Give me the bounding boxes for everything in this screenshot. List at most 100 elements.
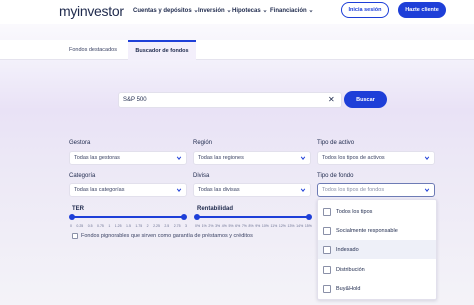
brand-logo[interactable]: myinvestor <box>59 3 124 19</box>
tab-fondos-destacados[interactable]: Fondos destacados <box>60 40 126 60</box>
chevron-down-icon <box>227 10 231 13</box>
nav-cuentas[interactable]: Cuentas y depósitos <box>133 8 198 14</box>
option-todos-los-tipos[interactable]: Todos los tipos <box>318 202 436 221</box>
tick-label: 2.5 <box>164 224 170 228</box>
tick-label: 2.75 <box>173 224 181 228</box>
gestora-select[interactable]: Todas las gestoras <box>69 151 187 165</box>
tick-label: 0 <box>70 224 72 228</box>
rentabilidad-min-handle[interactable] <box>194 214 200 220</box>
tick-label: 14% <box>296 224 304 228</box>
chevron-down-icon <box>309 10 313 13</box>
tick-label: 8% <box>248 224 254 228</box>
chevron-down-icon <box>263 10 267 13</box>
tick-label: 3 <box>184 224 187 228</box>
ter-min-handle[interactable] <box>69 214 75 220</box>
gestora-label: Gestora <box>69 140 91 146</box>
tick-label: 3% <box>215 224 221 228</box>
nav-label: Inversión <box>198 8 225 14</box>
tick-label: 1 <box>108 224 111 228</box>
nav-label: Financiación <box>270 8 307 14</box>
tick-label: 1.5 <box>126 224 131 228</box>
tick-label: 1% <box>201 224 207 228</box>
option-label: Socialmente responsable <box>336 227 398 234</box>
tick-label: 0.75 <box>97 224 104 228</box>
tick-label: 4% <box>221 224 227 228</box>
divisa-label: Divisa <box>193 173 210 179</box>
search-button[interactable]: Buscar <box>344 91 387 108</box>
rentabilidad-max-handle[interactable] <box>306 214 312 220</box>
rentabilidad-ticks: 0% 1% 2% 3% 4% 5% 6% 7% 8% 9% 10% 11% 12% 13% 14% 15% <box>195 224 312 228</box>
option-label: Buy&Hold <box>336 285 361 292</box>
categoria-label: Categoría <box>69 173 96 179</box>
tick-label: 11% <box>270 224 278 228</box>
tipo-fondo-label: Tipo de fondo <box>317 173 354 179</box>
chevron-down-icon <box>176 188 182 192</box>
tab-buscador-fondos[interactable]: Buscador de fondos <box>128 40 196 60</box>
rentabilidad-label: Rentabilidad <box>197 206 234 212</box>
tick-label: 1.25 <box>114 224 122 228</box>
region-label: Región <box>193 140 213 146</box>
tick-label: 0.5 <box>87 224 93 228</box>
tick-label: 2 <box>146 224 149 228</box>
tipo-activo-select[interactable]: Todos los tipos de activos <box>317 151 435 165</box>
option-checkbox[interactable] <box>323 265 331 274</box>
tick-label: 12% <box>278 224 286 228</box>
login-button[interactable]: Inicia sesión <box>341 2 389 18</box>
ter-track[interactable] <box>72 216 184 218</box>
rentabilidad-track[interactable] <box>197 216 309 218</box>
tipo-activo-label: Tipo de activo <box>317 140 355 146</box>
tabs-bar: Fondos destacados Buscador de fondos <box>0 40 474 60</box>
nav-label: Cuentas y depósitos <box>133 8 192 14</box>
nav-inversion[interactable]: Inversión <box>198 8 231 14</box>
tick-label: 0% <box>195 224 201 228</box>
ter-label: TER <box>72 206 84 212</box>
option-buy-hold[interactable]: Buy&Hold <box>318 279 436 298</box>
tick-label: 5% <box>228 224 234 228</box>
tick-label: 0.25 <box>76 224 84 228</box>
tipo-fondo-select[interactable]: Todos los tipos de fondos <box>317 183 435 197</box>
tick-label: 9% <box>255 224 261 228</box>
tick-label: 6% <box>235 224 241 228</box>
tick-label: 7% <box>241 224 247 228</box>
nav-financiacion[interactable]: Financiación <box>270 8 313 14</box>
top-navigation: myinvestor Cuentas y depósitos Inversión… <box>0 0 474 24</box>
tick-label: 2% <box>208 224 214 228</box>
categoria-value: Todas las categorías <box>74 187 125 193</box>
ter-max-handle[interactable] <box>181 214 187 220</box>
nav-label: Hipotecas <box>232 8 261 14</box>
tick-label: 1.75 <box>135 224 143 228</box>
search-input[interactable]: S&P 500 <box>118 92 342 108</box>
option-distribucion[interactable]: Distribución <box>318 260 436 279</box>
region-select[interactable]: Todas las regiones <box>193 151 311 165</box>
chevron-down-icon <box>176 156 182 160</box>
option-socialmente-responsable[interactable]: Socialmente responsable <box>318 221 436 240</box>
option-checkbox[interactable] <box>323 226 331 235</box>
option-label: Distribución <box>336 266 365 273</box>
tick-label: 10% <box>261 224 269 228</box>
divisa-value: Todas las divisas <box>198 187 240 193</box>
chevron-down-icon <box>300 156 306 160</box>
categoria-select[interactable]: Todas las categorías <box>69 183 187 197</box>
option-checkbox[interactable] <box>323 245 331 254</box>
divisa-select[interactable]: Todas las divisas <box>193 183 311 197</box>
pignorable-checkbox[interactable] <box>72 233 78 239</box>
signup-button[interactable]: Hazte cliente <box>398 2 446 18</box>
option-checkbox[interactable] <box>323 207 331 216</box>
tipo-fondo-placeholder: Todos los tipos de fondos <box>322 187 385 193</box>
option-label: Indexado <box>336 246 359 253</box>
chevron-down-icon <box>424 156 430 160</box>
option-label: Todos los tipos <box>336 208 373 215</box>
chevron-down-icon <box>300 188 306 192</box>
clear-icon[interactable]: ✕ <box>328 95 335 105</box>
ter-ticks: 0 0.25 0.5 0.75 1 1.25 1.5 1.75 2 2.25 2.5 2.75 3 <box>70 224 187 228</box>
pignorable-text: Fondos pignorables que sirven como garan… <box>81 233 253 239</box>
tick-label: 15% <box>304 224 312 228</box>
region-value: Todas las regiones <box>198 155 244 161</box>
tipo-activo-value: Todos los tipos de activos <box>322 155 385 161</box>
gestora-value: Todas las gestoras <box>74 155 120 161</box>
fund-type-dropdown: Todos los tipos Socialmente responsable … <box>317 199 437 300</box>
option-indexado[interactable]: Indexado <box>318 240 436 259</box>
option-checkbox[interactable] <box>323 284 331 293</box>
nav-hipotecas[interactable]: Hipotecas <box>232 8 267 14</box>
tick-label: 2.25 <box>153 224 160 228</box>
